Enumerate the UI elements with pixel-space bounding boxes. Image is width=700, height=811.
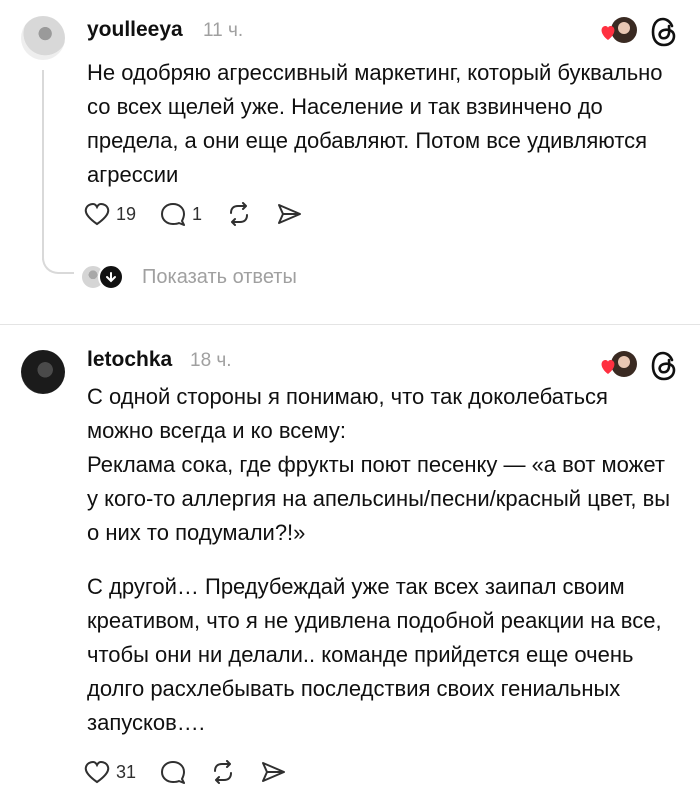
threads-logo-icon[interactable] — [650, 17, 678, 52]
comment-button[interactable]: 1 — [160, 202, 202, 226]
username[interactable]: youlleeya — [87, 18, 183, 42]
timestamp: 18 ч. — [190, 350, 232, 371]
show-replies[interactable]: Показать ответы — [80, 264, 297, 290]
thread-line — [42, 70, 44, 260]
show-replies-label[interactable]: Показать ответы — [142, 266, 297, 289]
post-text-paragraph: Реклама сока, где фрукты поют песенку — … — [87, 452, 671, 545]
like-count: 19 — [116, 203, 137, 224]
post-letochka: letochka 18 ч. С одной стороны я понимаю… — [0, 324, 700, 811]
reply-arrow-icon — [98, 264, 124, 290]
repost-icon — [214, 760, 233, 784]
share-button[interactable] — [276, 202, 302, 226]
post-body: Не одобряю агрессивный маркетинг, которы… — [87, 56, 677, 192]
action-bar: 19 1 — [84, 202, 326, 226]
share-icon — [262, 762, 286, 782]
action-bar: 31 — [84, 760, 310, 784]
liked-by-heart-icon — [601, 17, 637, 43]
heart-icon — [84, 760, 110, 784]
comment-icon — [161, 203, 186, 226]
heart-icon — [84, 202, 110, 226]
post-text-paragraph: С одной стороны я понимаю, что так докол… — [87, 384, 608, 443]
like-count: 31 — [116, 761, 137, 782]
timestamp: 11 ч. — [203, 20, 244, 41]
thread-curve — [42, 250, 74, 274]
repost-button[interactable] — [226, 202, 252, 226]
username[interactable]: letochka — [87, 348, 172, 372]
like-button[interactable]: 31 — [84, 760, 136, 784]
post-body: С одной стороны я понимаю, что так докол… — [87, 380, 677, 740]
avatar[interactable] — [21, 350, 65, 394]
reply-count: 1 — [192, 203, 203, 224]
post-youlleeya: youlleeya 11 ч. Не одобряю агрессивный м… — [0, 0, 700, 324]
comment-button[interactable] — [160, 760, 186, 784]
comment-icon — [161, 761, 186, 784]
repost-icon — [230, 202, 249, 226]
post-text-paragraph: С другой… Предубеждай уже так всех заипа… — [87, 574, 662, 735]
liked-by-heart-icon — [601, 351, 637, 377]
avatar[interactable] — [21, 16, 65, 60]
share-button[interactable] — [260, 760, 286, 784]
like-button[interactable]: 19 — [84, 202, 136, 226]
share-icon — [278, 204, 302, 224]
repost-button[interactable] — [210, 760, 236, 784]
post-text: Не одобряю агрессивный маркетинг, которы… — [87, 60, 663, 187]
liked-by-author-indicator — [598, 16, 638, 51]
